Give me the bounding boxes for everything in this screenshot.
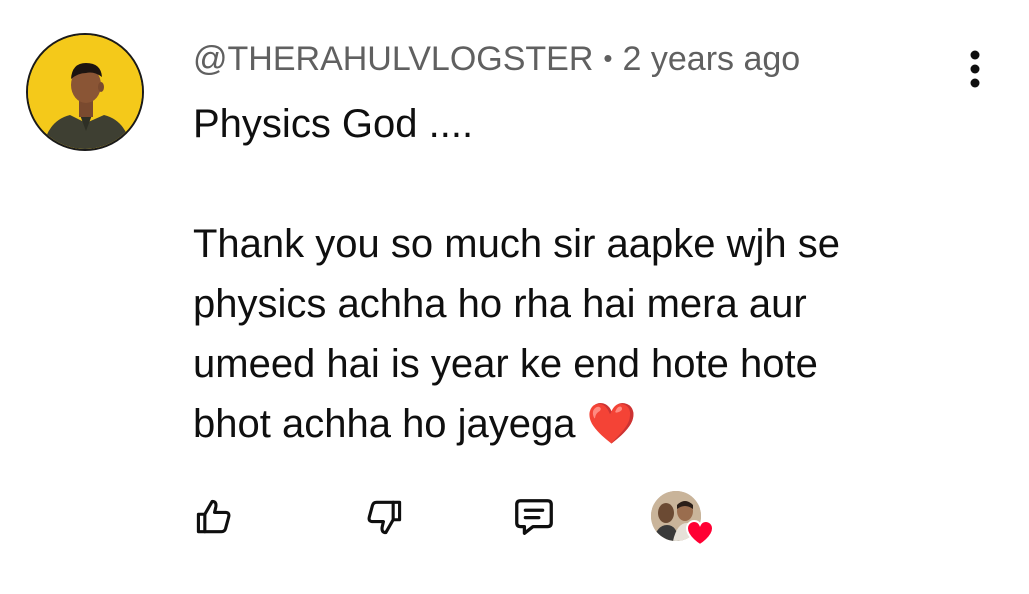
reply-comment-icon [515,499,553,535]
comment-timestamp[interactable]: 2 years ago [623,40,801,78]
thumbs-up-icon [196,499,231,534]
separator-dot: • [603,43,613,73]
avatar-portrait [28,35,142,149]
comment-body: Physics God .... Thank you so much sir a… [193,102,840,446]
comment-header: @THERAHULVLOGSTER • 2 years ago [193,38,800,79]
author-handle[interactable]: @THERAHULVLOGSTER [193,40,593,78]
user-avatar[interactable] [26,33,144,151]
more-options-button[interactable] [958,50,992,90]
reply-button[interactable] [511,494,557,540]
creator-heart-badge [651,491,715,547]
like-button[interactable] [191,494,237,540]
dislike-button[interactable] [361,494,407,540]
heart-icon [685,519,715,547]
more-vertical-icon [970,50,980,88]
thumbs-down-icon [367,500,402,535]
